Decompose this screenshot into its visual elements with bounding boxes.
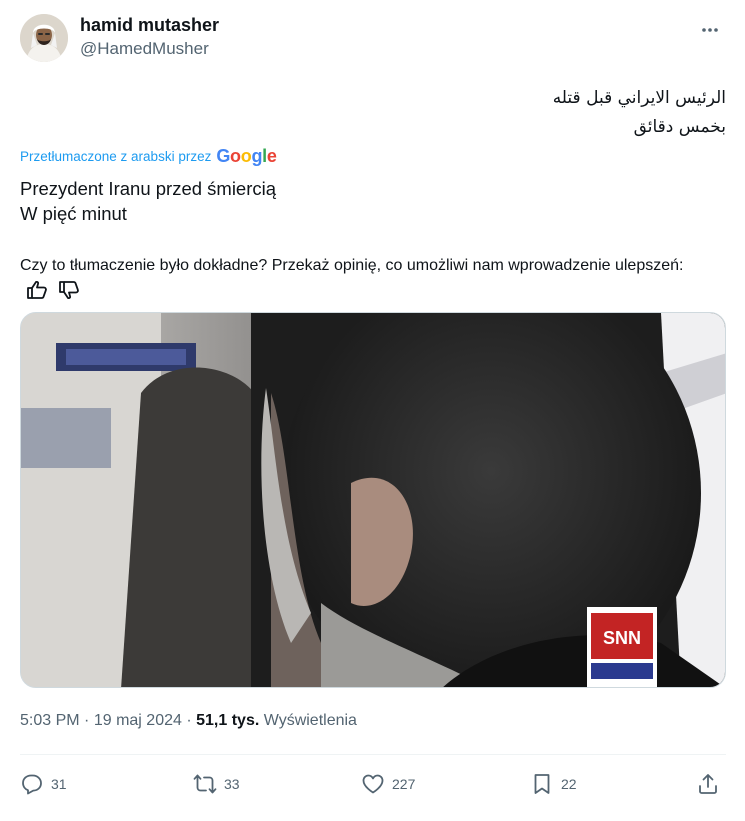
repost-button[interactable]: 33 (193, 767, 240, 801)
like-count: 227 (392, 776, 416, 792)
reply-button[interactable]: 31 (20, 767, 67, 801)
translation-line: Prezydent Iranu przed śmiercią (20, 178, 277, 199)
original-line: الرئيس الايراني قبل قتله (552, 88, 726, 108)
translated-by[interactable]: Przetłumaczone z arabski przez Google (20, 146, 277, 167)
translation-feedback: Czy to tłumaczenie było dokładne? Przeka… (20, 254, 700, 302)
meta-separator: · (186, 712, 197, 729)
author-names: hamid mutasher @HamedMusher (80, 13, 219, 61)
translation-line: W pięć minut (20, 203, 127, 224)
video-watermark: SNN (603, 628, 641, 648)
share-icon (699, 774, 717, 794)
reply-count: 31 (51, 776, 67, 792)
meta-separator: · (84, 712, 94, 729)
tweet-header: hamid mutasher @HamedMusher (20, 12, 730, 64)
reply-icon (22, 774, 42, 795)
avatar[interactable] (20, 14, 68, 62)
tweet-original-text: الرئيس الايراني قبل قتله بخمس دقائق (126, 84, 726, 142)
tweet-time[interactable]: 5:03 PM (20, 712, 80, 729)
translated-by-label: Przetłumaczone z arabski przez (20, 149, 212, 164)
more-dots-icon[interactable] (696, 16, 724, 44)
bookmark-button[interactable]: 22 (530, 767, 577, 801)
action-bar: 31 33 227 22 (20, 767, 726, 801)
bookmark-count: 22 (561, 776, 577, 792)
thumbs-down-icon[interactable] (58, 280, 80, 300)
views-count[interactable]: 51,1 tys. (196, 712, 259, 729)
tweet-date[interactable]: 19 maj 2024 (94, 712, 182, 729)
display-name[interactable]: hamid mutasher (80, 13, 219, 37)
repost-count: 33 (224, 776, 240, 792)
google-logo: Google (216, 146, 277, 166)
bookmark-icon (534, 774, 550, 794)
tweet-translation: Prezydent Iranu przed śmiercią W pięć mi… (20, 176, 276, 226)
handle[interactable]: @HamedMusher (80, 37, 219, 61)
video-frame: SNN (21, 313, 725, 687)
repost-icon (193, 774, 217, 794)
original-line: بخمس دقائق (633, 117, 726, 137)
share-button[interactable] (696, 767, 720, 801)
feedback-text: Czy to tłumaczenie było dokładne? Przeka… (20, 257, 684, 274)
video-thumbnail[interactable]: SNN (20, 312, 726, 688)
views-label: Wyświetlenia (263, 712, 357, 729)
heart-icon (362, 774, 384, 794)
thumbs-up-icon[interactable] (26, 280, 48, 300)
divider (20, 754, 726, 755)
tweet-meta: 5:03 PM · 19 maj 2024 · 51,1 tys. Wyświe… (20, 710, 357, 732)
like-button[interactable]: 227 (361, 767, 415, 801)
